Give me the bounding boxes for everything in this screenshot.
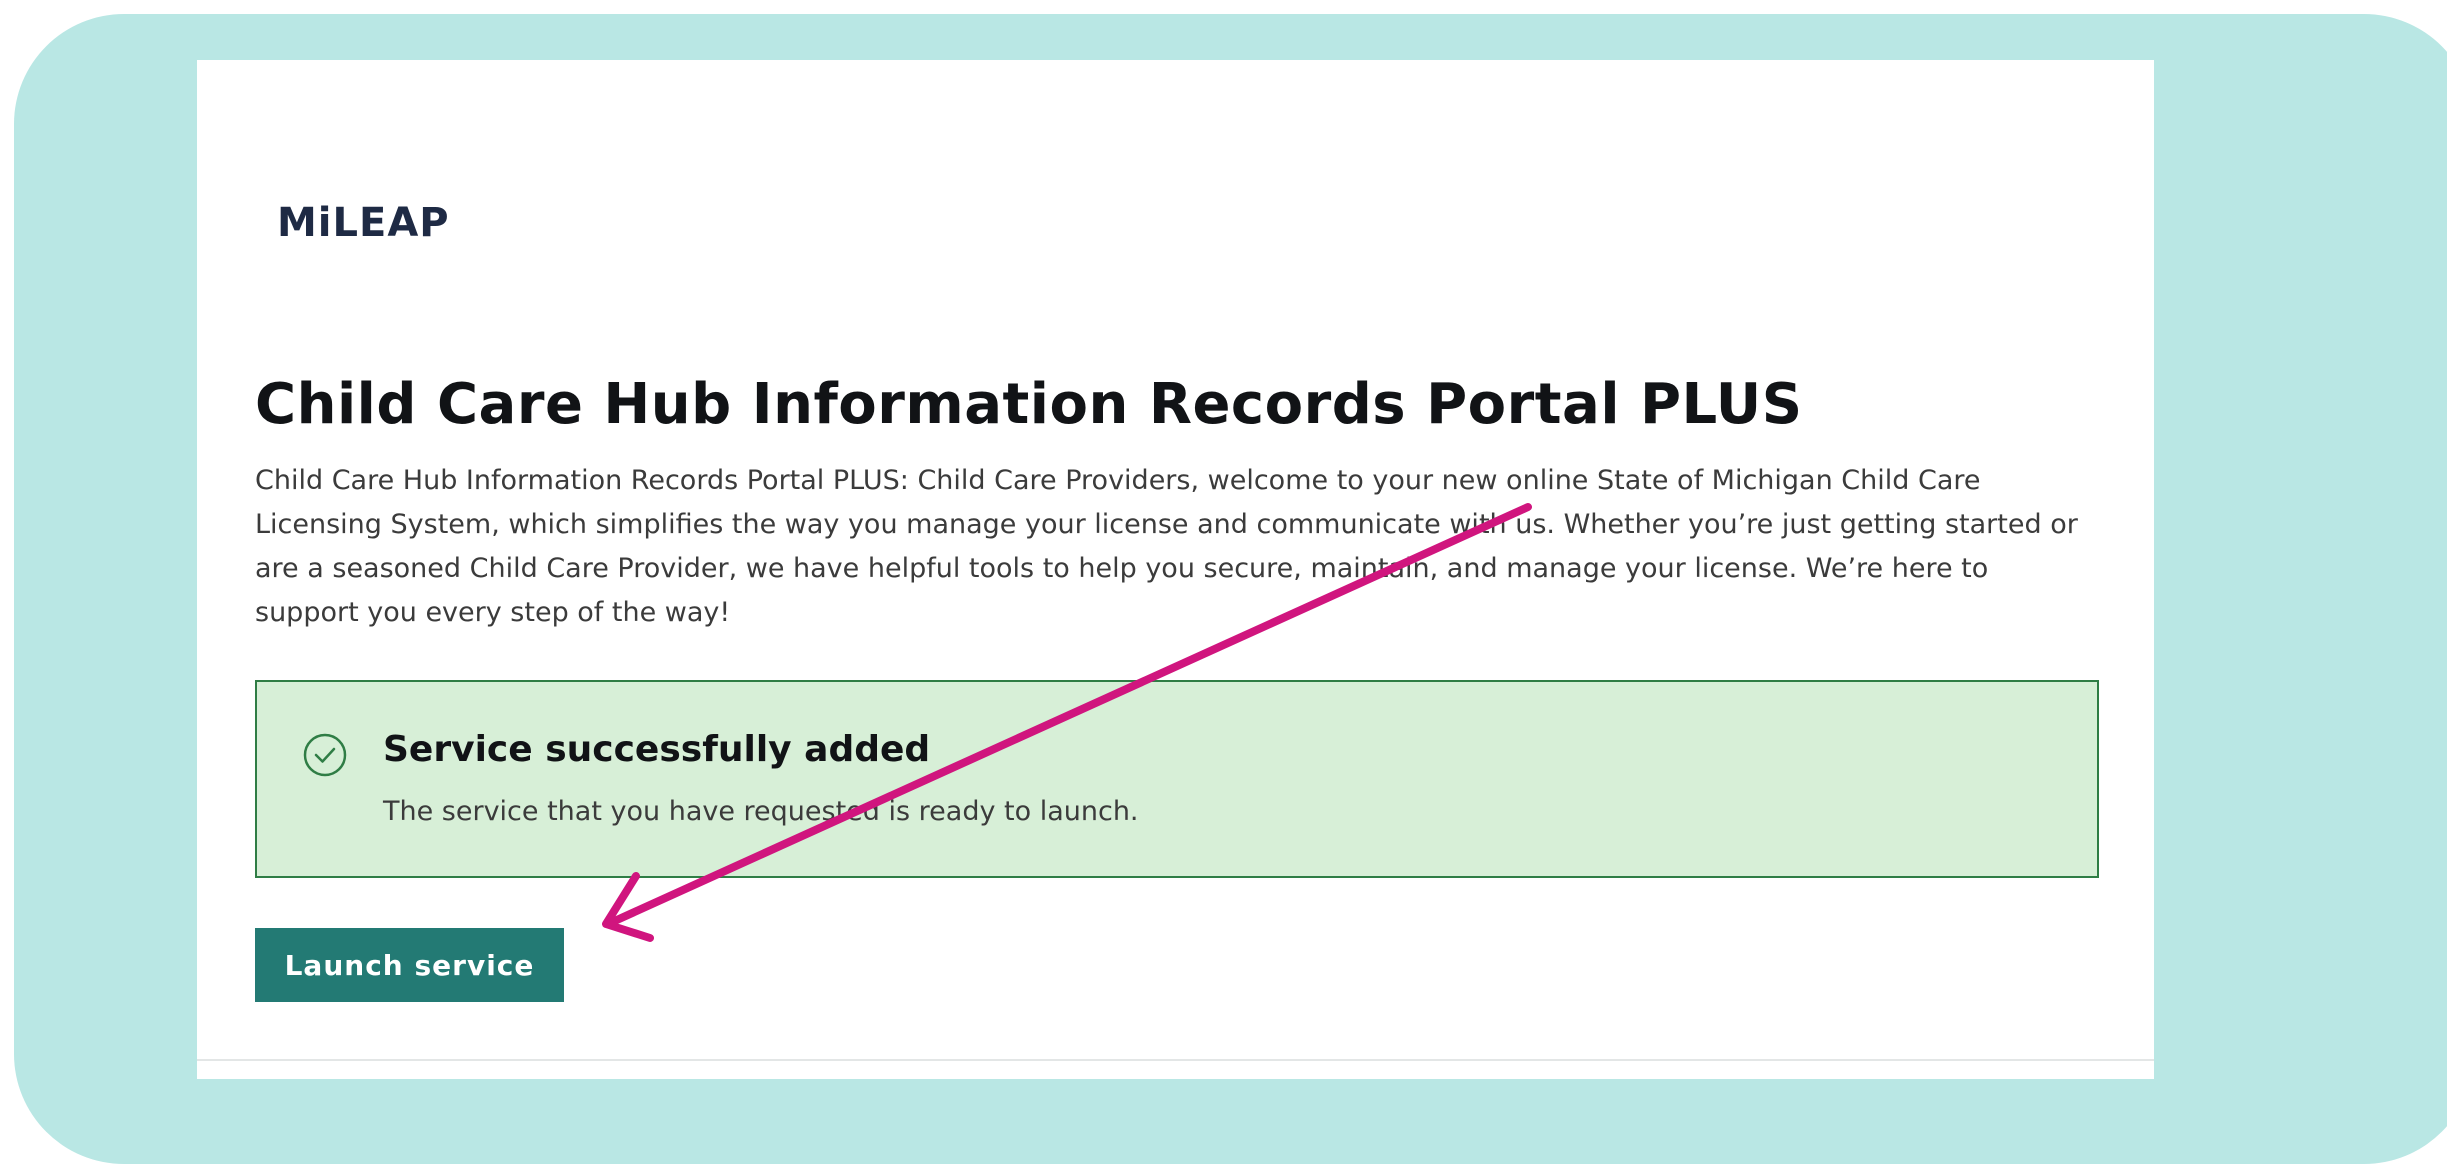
mileap-logo: MiLEAP <box>277 200 450 246</box>
intro-paragraph: Child Care Hub Information Records Porta… <box>255 465 2078 628</box>
page-title: Child Care Hub Information Records Porta… <box>255 372 1803 437</box>
success-alert: Service successfully added The service t… <box>255 680 2099 878</box>
check-circle-icon <box>303 733 347 777</box>
page-divider <box>197 1059 2154 1061</box>
page: MiLEAP Child Care Hub Information Record… <box>197 60 2154 1079</box>
alert-message: The service that you have requested is r… <box>383 796 1139 827</box>
alert-title: Service successfully added <box>383 729 931 770</box>
launch-service-button[interactable]: Launch service <box>255 928 564 1002</box>
